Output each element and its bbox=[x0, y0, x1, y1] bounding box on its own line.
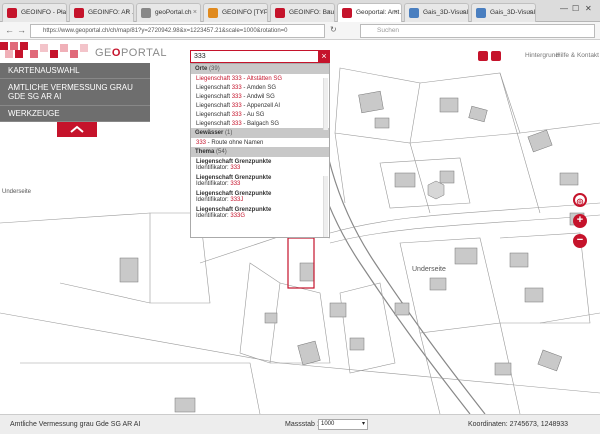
favicon-icon bbox=[275, 8, 285, 18]
forward-icon[interactable]: → bbox=[17, 25, 26, 35]
sidebar-item-amtliche-vermessung[interactable]: Amtliche Vermessung grau Gde SG AR AI bbox=[0, 79, 150, 106]
favicon-icon bbox=[74, 8, 84, 18]
result-item-orte[interactable]: Liegenschaft 333 - Amden SG bbox=[191, 83, 329, 92]
scale-select[interactable]: 1000 ▾ bbox=[318, 419, 368, 430]
map-search-input[interactable]: 333 bbox=[190, 50, 330, 63]
close-icon: × bbox=[321, 51, 327, 61]
hilfe-kontakt-link[interactable]: Hilfe & Kontakt bbox=[556, 52, 599, 59]
result-item-gewaesser[interactable]: 333 - Route ohne Namen bbox=[191, 138, 329, 147]
map-label-underseite-left: Underseite bbox=[2, 189, 32, 195]
hintergrund-link[interactable]: Hintergrund bbox=[525, 52, 559, 59]
browser-url-bar: ← → https://www.geoportal.ch/ch/map/81?y… bbox=[0, 22, 600, 40]
chevron-up-icon bbox=[70, 125, 84, 133]
group-header-orte: Orte (39) bbox=[191, 64, 329, 74]
plus-icon: + bbox=[576, 214, 584, 226]
browser-tab[interactable]: GEOINFO - Pla... × bbox=[2, 3, 67, 22]
browser-tab[interactable]: geoPortal.ch × bbox=[136, 3, 201, 22]
favicon-icon bbox=[476, 8, 486, 18]
tab-close-icon[interactable]: × bbox=[528, 4, 532, 22]
sidebar-item-werkzeuge[interactable]: Werkzeuge bbox=[0, 106, 150, 122]
favicon-icon bbox=[342, 8, 352, 18]
geoportal-logo-text: GEOPORTAL bbox=[95, 47, 167, 59]
result-item-thema[interactable]: Liegenschaft Grenzpunkte Identifikator: 3… bbox=[191, 173, 329, 189]
result-item-orte[interactable]: Liegenschaft 333 - Balgach SG bbox=[191, 119, 329, 128]
tab-close-icon[interactable]: × bbox=[461, 4, 465, 22]
thema-scrollbar[interactable] bbox=[323, 176, 328, 237]
result-item-orte[interactable]: Liegenschaft 333 - Altstätten SG bbox=[191, 74, 329, 83]
minus-icon: − bbox=[576, 234, 584, 246]
maximize-icon[interactable]: ☐ bbox=[572, 4, 579, 13]
chevron-down-icon: ▾ bbox=[361, 421, 365, 427]
browser-tab[interactable]: Gais_3D-Visualisier...× bbox=[471, 3, 536, 22]
browser-tab-bar: GEOINFO - Pla... × GEOINFO: AR ... × geoPort… bbox=[0, 0, 600, 22]
zoom-out-button[interactable]: − bbox=[573, 234, 587, 248]
zoom-in-button[interactable]: + bbox=[573, 214, 587, 228]
result-item-thema[interactable]: Liegenschaft Grenzpunkte Identifikator: 3… bbox=[191, 189, 329, 205]
group-header-gewaesser: Gewässer (1) bbox=[191, 128, 329, 138]
browser-tab[interactable]: GEOINFO: Baus...× bbox=[270, 3, 335, 22]
favicon-icon bbox=[208, 8, 218, 18]
back-icon[interactable]: ← bbox=[5, 25, 14, 35]
map-label-underseite: Underseite bbox=[412, 266, 446, 273]
minimize-icon[interactable]: — bbox=[560, 4, 568, 13]
result-item-thema[interactable]: Liegenschaft Grenzpunkte Identifikator: 3… bbox=[191, 205, 329, 221]
orte-scrollbar[interactable] bbox=[323, 78, 328, 130]
favicon-icon bbox=[409, 8, 419, 18]
side-panel: Kartenauswahl Amtliche Vermessung grau G… bbox=[0, 63, 150, 122]
close-window-icon[interactable]: ✕ bbox=[585, 4, 592, 13]
browser-tab[interactable]: GEOINFO: AR ... × bbox=[69, 3, 134, 22]
browser-tab[interactable]: Geoportal: Amt... × bbox=[337, 3, 402, 22]
target-icon: ◎ bbox=[576, 197, 584, 206]
tab-close-icon[interactable]: × bbox=[193, 4, 197, 22]
favicon-icon bbox=[7, 8, 17, 18]
status-bar: Amtliche Vermessung grau Gde SG AR AI Ma… bbox=[0, 414, 600, 434]
active-map-title: Amtliche Vermessung grau Gde SG AR AI bbox=[10, 421, 141, 428]
collapse-panel-button[interactable] bbox=[57, 122, 97, 137]
result-item-thema[interactable]: Liegenschaft Grenzpunkte Identifikator: 3… bbox=[191, 157, 329, 173]
tab-label: geoPortal.ch bbox=[155, 9, 192, 16]
tab-close-icon[interactable]: × bbox=[327, 4, 331, 22]
sidebar-item-kartenauswahl[interactable]: Kartenauswahl bbox=[0, 63, 150, 79]
browser-tab[interactable]: GEOINFO [TYP... × bbox=[203, 3, 268, 22]
url-field[interactable]: https://www.geoportal.ch/ch/map/81?y=272… bbox=[30, 24, 325, 38]
tab-close-icon[interactable]: × bbox=[394, 4, 398, 22]
share-icon[interactable] bbox=[491, 51, 501, 61]
browser-search-field[interactable]: Suchen bbox=[360, 24, 595, 38]
reload-icon[interactable]: ↻ bbox=[330, 25, 337, 34]
locate-button[interactable]: ◎ bbox=[573, 193, 587, 207]
print-icon[interactable] bbox=[478, 51, 488, 61]
browser-tab[interactable]: Gais_3D-Visualisier...× bbox=[404, 3, 469, 22]
result-item-orte[interactable]: Liegenschaft 333 - Appenzell AI bbox=[191, 101, 329, 110]
tab-close-icon[interactable]: × bbox=[59, 4, 63, 22]
result-item-orte[interactable]: Liegenschaft 333 - Au SG bbox=[191, 110, 329, 119]
coordinates-readout: Koordinaten: 2745673, 1248933 bbox=[468, 421, 569, 428]
tab-close-icon[interactable]: × bbox=[260, 4, 264, 22]
clear-search-button[interactable]: × bbox=[318, 50, 330, 63]
tab-close-icon[interactable]: × bbox=[126, 4, 130, 22]
group-header-thema: Thema (54) bbox=[191, 147, 329, 157]
search-results-dropdown: Orte (39) Liegenschaft 333 - Altstätten … bbox=[190, 63, 330, 238]
result-item-orte[interactable]: Liegenschaft 333 - Andwil SG bbox=[191, 92, 329, 101]
favicon-icon bbox=[141, 8, 151, 18]
